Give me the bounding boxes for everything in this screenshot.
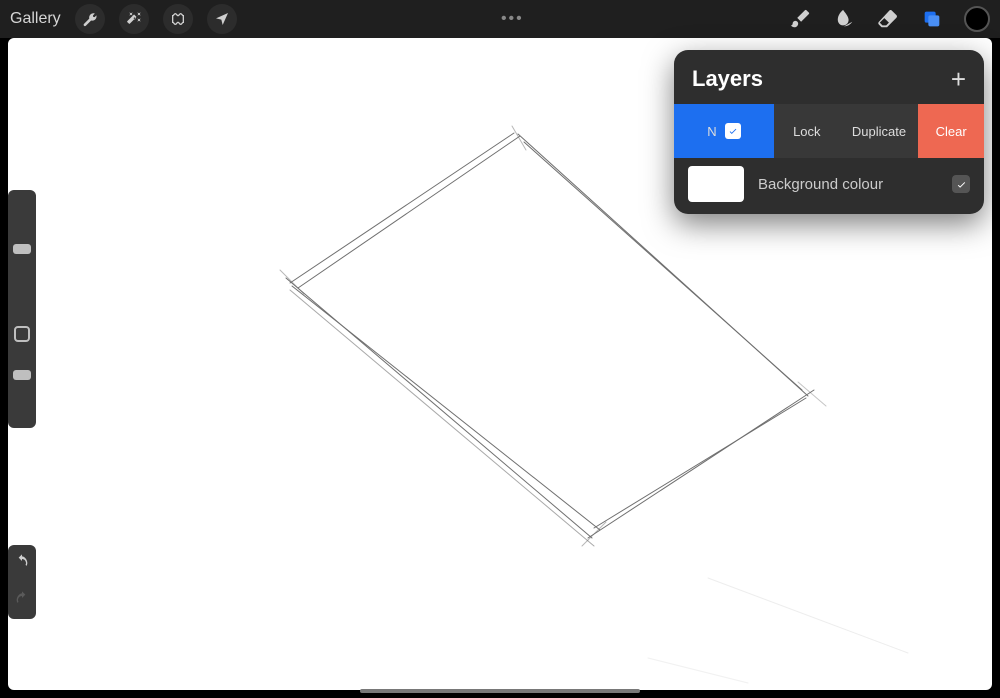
select-icon[interactable] — [163, 4, 193, 34]
duplicate-layer-button[interactable]: Duplicate — [840, 104, 919, 158]
modify-icon[interactable]: ••• — [501, 10, 524, 28]
toolbar-left-group: Gallery — [10, 4, 237, 34]
left-sidebar — [8, 190, 36, 428]
background-label: Background colour — [758, 176, 938, 193]
redo-icon[interactable] — [14, 590, 30, 611]
eraser-icon[interactable] — [876, 7, 900, 31]
color-swatch[interactable] — [964, 6, 990, 32]
layers-icon[interactable] — [920, 7, 944, 31]
layer-visible-checkbox[interactable] — [725, 123, 741, 139]
layer-action-row: N Lock Duplicate Clear — [674, 104, 984, 158]
brush-size-slider[interactable] — [14, 198, 30, 318]
layers-panel: Layers + N Lock Duplicate Clear Backgrou… — [674, 50, 984, 214]
layers-header: Layers + — [674, 50, 984, 104]
arrow-icon[interactable] — [207, 4, 237, 34]
selected-layer-cell[interactable]: N — [674, 104, 774, 158]
smudge-icon[interactable] — [832, 7, 856, 31]
opacity-slider[interactable] — [14, 350, 30, 420]
background-layer-row[interactable]: Background colour — [674, 158, 984, 214]
toolbar-center: ••• — [237, 10, 788, 28]
background-visible-checkbox[interactable] — [952, 175, 970, 193]
toolbar-right-group — [788, 6, 990, 32]
background-thumbnail — [688, 166, 744, 202]
layers-title: Layers — [692, 66, 763, 92]
wand-icon[interactable] — [119, 4, 149, 34]
blend-mode-label: N — [707, 124, 716, 139]
clear-layer-button[interactable]: Clear — [918, 104, 984, 158]
gallery-link[interactable]: Gallery — [10, 10, 61, 28]
slider-mid-button[interactable] — [14, 326, 30, 342]
undo-redo-group — [8, 545, 36, 619]
lock-layer-button[interactable]: Lock — [774, 104, 840, 158]
wrench-icon[interactable] — [75, 4, 105, 34]
brush-size-thumb[interactable] — [13, 244, 31, 254]
add-layer-button[interactable]: + — [951, 66, 966, 92]
opacity-thumb[interactable] — [13, 370, 31, 380]
home-indicator — [360, 689, 640, 693]
top-toolbar: Gallery ••• — [0, 0, 1000, 38]
brush-icon[interactable] — [788, 7, 812, 31]
undo-icon[interactable] — [14, 553, 30, 574]
